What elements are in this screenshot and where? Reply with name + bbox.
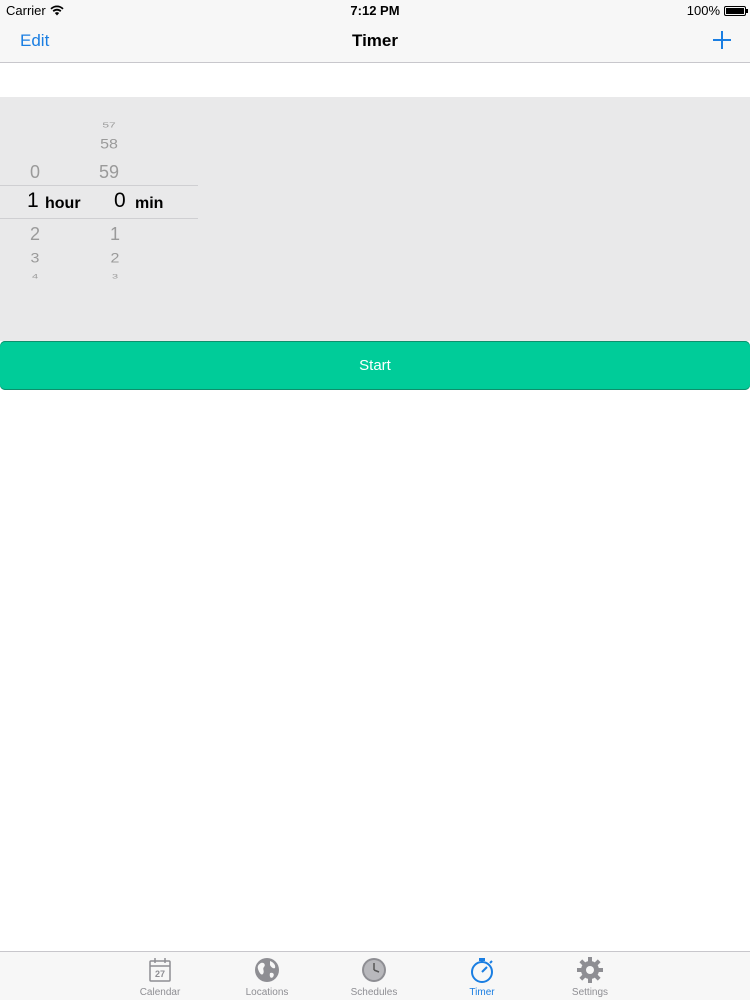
hour-option[interactable]: 2 xyxy=(20,224,50,245)
hour-option[interactable]: 4 xyxy=(20,274,50,281)
tab-label: Settings xyxy=(571,987,609,998)
status-bar: Carrier 7:12 PM 100% xyxy=(0,0,750,20)
tab-label: Schedules xyxy=(350,987,398,998)
minute-option[interactable]: 3 xyxy=(100,274,130,281)
tab-schedules[interactable]: Schedules xyxy=(329,954,419,1000)
tab-label: Timer xyxy=(469,987,495,998)
tab-timer[interactable]: Timer xyxy=(437,954,527,1000)
hour-unit-label: hour xyxy=(45,195,81,212)
battery-group: 100% xyxy=(686,3,748,18)
minute-option[interactable]: 57 xyxy=(94,121,124,129)
tab-settings[interactable]: Settings xyxy=(545,954,635,1000)
tab-label: Calendar xyxy=(139,987,181,998)
hour-option[interactable]: 0 xyxy=(20,162,50,183)
calendar-badge: 27 xyxy=(155,969,165,979)
tab-label: Locations xyxy=(245,987,289,998)
app-screen: Carrier 7:12 PM 100% Edit Timer 0 1 hour… xyxy=(0,0,750,1000)
calendar-icon: 27 xyxy=(149,958,171,982)
page-title: Timer xyxy=(352,31,398,50)
stopwatch-icon xyxy=(471,958,493,983)
battery-percent: 100% xyxy=(686,3,720,18)
globe-icon xyxy=(255,958,279,982)
plus-icon[interactable] xyxy=(710,28,734,52)
gear-icon xyxy=(577,957,603,983)
minute-option[interactable]: 58 xyxy=(94,137,124,152)
clock-icon xyxy=(362,958,386,982)
selected-hour[interactable]: 1 xyxy=(27,189,39,213)
hour-option[interactable]: 3 xyxy=(20,251,50,266)
picker-selection-bottom-line xyxy=(0,218,198,219)
selected-minute[interactable]: 0 xyxy=(114,189,126,213)
minute-option[interactable]: 2 xyxy=(100,251,130,266)
minute-option[interactable]: 59 xyxy=(94,162,124,183)
status-time: 7:12 PM xyxy=(350,3,400,18)
tab-locations[interactable]: Locations xyxy=(222,954,312,1000)
picker-selection-top-line xyxy=(0,185,198,186)
battery-icon xyxy=(724,5,748,16)
countdown-picker[interactable]: 0 1 hour 2 3 4 57 58 59 0 min 1 2 3 xyxy=(0,97,750,341)
tab-bar: 27 Calendar Locations Schedules Timer Se… xyxy=(0,951,750,1000)
minute-option[interactable]: 1 xyxy=(100,224,130,245)
start-button[interactable]: Start xyxy=(0,341,750,390)
tab-calendar[interactable]: 27 Calendar xyxy=(115,954,205,1000)
navigation-bar: Edit Timer xyxy=(0,20,750,63)
minute-unit-label: min xyxy=(135,195,164,212)
